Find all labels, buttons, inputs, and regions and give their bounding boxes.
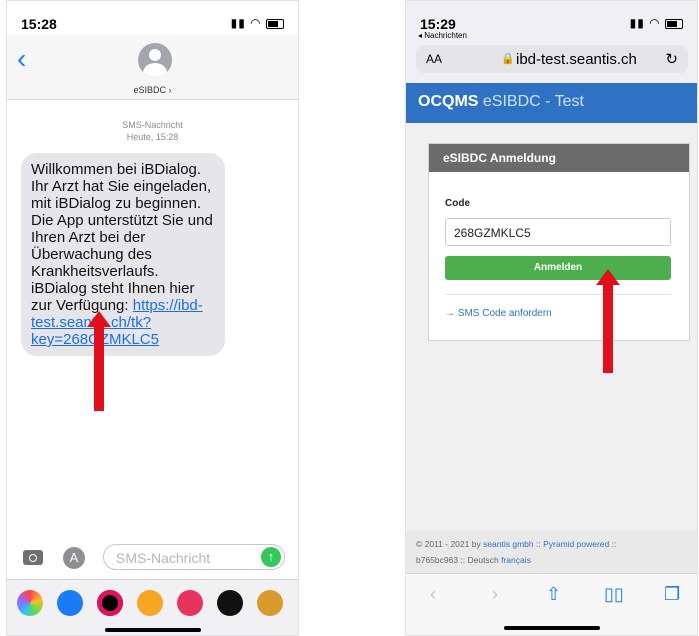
- footer-line-1: © 2011 - 2021 by seantis gmbh :: Pyramid…: [416, 539, 616, 549]
- avatar-icon[interactable]: [257, 590, 283, 616]
- message-text: Willkommen bei iBDialog. Ihr Arzt hat Si…: [31, 161, 213, 314]
- message-bubble: Willkommen bei iBDialog. Ihr Arzt hat Si…: [21, 153, 225, 356]
- photos-icon[interactable]: [17, 590, 43, 616]
- site-brand-bold: OCQMS: [418, 93, 479, 110]
- login-card-header: eSIBDC Anmeldung: [429, 144, 689, 172]
- reload-icon[interactable]: ↻: [665, 50, 678, 68]
- safari-toolbar: ‹ › ⇧ ▯▯ ❐: [406, 573, 697, 635]
- arrow-head: [87, 311, 111, 327]
- home-indicator: [504, 626, 600, 630]
- contact-name-label: eSIBDC: [133, 85, 166, 95]
- request-sms-code-link[interactable]: → SMS Code anfordern: [445, 308, 552, 319]
- bookmarks-icon[interactable]: ▯▯: [604, 584, 624, 605]
- message-type: SMS-Nachricht: [122, 120, 183, 130]
- lock-icon: 🔒: [501, 53, 515, 65]
- conversation-header: ‹ eSIBDC ›: [7, 35, 298, 100]
- safari-screen: 15:29 ▮▮ ◠ ◂ Nachrichten AA 🔒 ibd-test.s…: [405, 0, 698, 636]
- arrow-shaft: [94, 327, 104, 411]
- status-bar: 15:28 ▮▮ ◠: [7, 1, 298, 35]
- app-tray: [7, 579, 298, 635]
- divider: [445, 294, 671, 295]
- battery-icon: [665, 18, 683, 29]
- footer-separator: ::: [609, 539, 617, 549]
- activity-icon[interactable]: [97, 590, 123, 616]
- tabs-icon[interactable]: ❐: [664, 584, 680, 605]
- search-web-icon[interactable]: [177, 590, 203, 616]
- wifi-icon: ◠: [250, 16, 262, 30]
- web-page: OCQMS eSIBDC - Test eSIBDC Anmeldung Cod…: [406, 83, 697, 531]
- back-to-app-label: Nachrichten: [424, 31, 467, 40]
- message-date: Heute, 15:28: [126, 132, 179, 142]
- message-meta: SMS-Nachricht Heute, 15:28: [7, 119, 298, 143]
- address-bar[interactable]: AA 🔒 ibd-test.seantis.ch ↻: [416, 45, 688, 73]
- wifi-icon: ◠: [649, 16, 661, 30]
- login-card-title: eSIBDC Anmeldung: [443, 151, 556, 165]
- footer-company-link[interactable]: seantis gmbh: [483, 539, 534, 549]
- battery-icon: [266, 18, 284, 29]
- person-head-shape: [149, 49, 161, 61]
- code-input[interactable]: 268GZMKLC5: [445, 218, 671, 246]
- site-brand-rest: eSIBDC - Test: [478, 93, 584, 110]
- camera-icon[interactable]: [23, 550, 43, 565]
- footer-copyright: © 2011 - 2021 by: [416, 539, 484, 549]
- back-chevron-icon[interactable]: ‹: [17, 45, 26, 73]
- home-indicator: [105, 628, 201, 632]
- contact-chevron-icon: ›: [166, 85, 172, 95]
- message-input[interactable]: SMS-Nachricht ↑: [103, 544, 285, 570]
- footer-version: b765bc963 :: Deutsch: [416, 555, 502, 565]
- status-time: 15:29: [420, 16, 456, 32]
- person-body-shape: [143, 63, 167, 77]
- app-store-icon[interactable]: A: [63, 547, 85, 569]
- contact-name[interactable]: eSIBDC ›: [7, 85, 298, 95]
- system-icons: ▮▮ ◠: [630, 16, 683, 30]
- share-icon[interactable]: ⇧: [546, 584, 561, 605]
- login-button[interactable]: Anmelden: [445, 256, 671, 280]
- site-brand[interactable]: OCQMS eSIBDC - Test: [418, 93, 584, 111]
- message-input-placeholder: SMS-Nachricht: [116, 550, 211, 566]
- url-text[interactable]: ibd-test.seantis.ch: [516, 51, 637, 68]
- footer-separator: ::: [533, 539, 544, 549]
- status-time: 15:28: [21, 16, 57, 32]
- red-arrow-annotation: [596, 269, 620, 373]
- red-arrow-annotation: [87, 311, 111, 411]
- messages-screen: 15:28 ▮▮ ◠ ‹ eSIBDC › SMS-Nachricht Heut…: [6, 0, 299, 636]
- footer-language-link[interactable]: français: [501, 555, 531, 565]
- signal-icon: ▮▮: [629, 16, 645, 30]
- footer-pyramid-link[interactable]: Pyramid powered: [543, 539, 609, 549]
- arrow-shaft: [603, 285, 613, 373]
- login-card: eSIBDC Anmeldung Code 268GZMKLC5 Anmelde…: [428, 143, 690, 341]
- code-label: Code: [445, 198, 470, 209]
- contact-avatar[interactable]: [138, 43, 172, 77]
- footer-line-2: b765bc963 :: Deutsch français: [416, 555, 531, 565]
- arrow-head: [596, 269, 620, 285]
- code-value: 268GZMKLC5: [454, 226, 531, 240]
- back-to-app[interactable]: ◂ Nachrichten: [418, 31, 467, 40]
- signal-icon: ▮▮: [230, 16, 246, 30]
- compose-bar: A SMS-Nachricht ↑: [7, 541, 298, 577]
- memoji-icon[interactable]: [137, 590, 163, 616]
- back-nav-icon[interactable]: ‹: [430, 584, 436, 605]
- site-footer: © 2011 - 2021 by seantis gmbh :: Pyramid…: [406, 531, 697, 573]
- forward-nav-icon[interactable]: ›: [492, 584, 498, 605]
- site-header: OCQMS eSIBDC - Test: [406, 83, 697, 123]
- app-store-icon[interactable]: [57, 590, 83, 616]
- send-arrow-icon[interactable]: ↑: [261, 547, 281, 567]
- status-bar: 15:29 ▮▮ ◠: [406, 1, 697, 35]
- heart-icon[interactable]: [217, 590, 243, 616]
- system-icons: ▮▮ ◠: [231, 16, 284, 30]
- reader-settings-button[interactable]: AA: [426, 52, 442, 66]
